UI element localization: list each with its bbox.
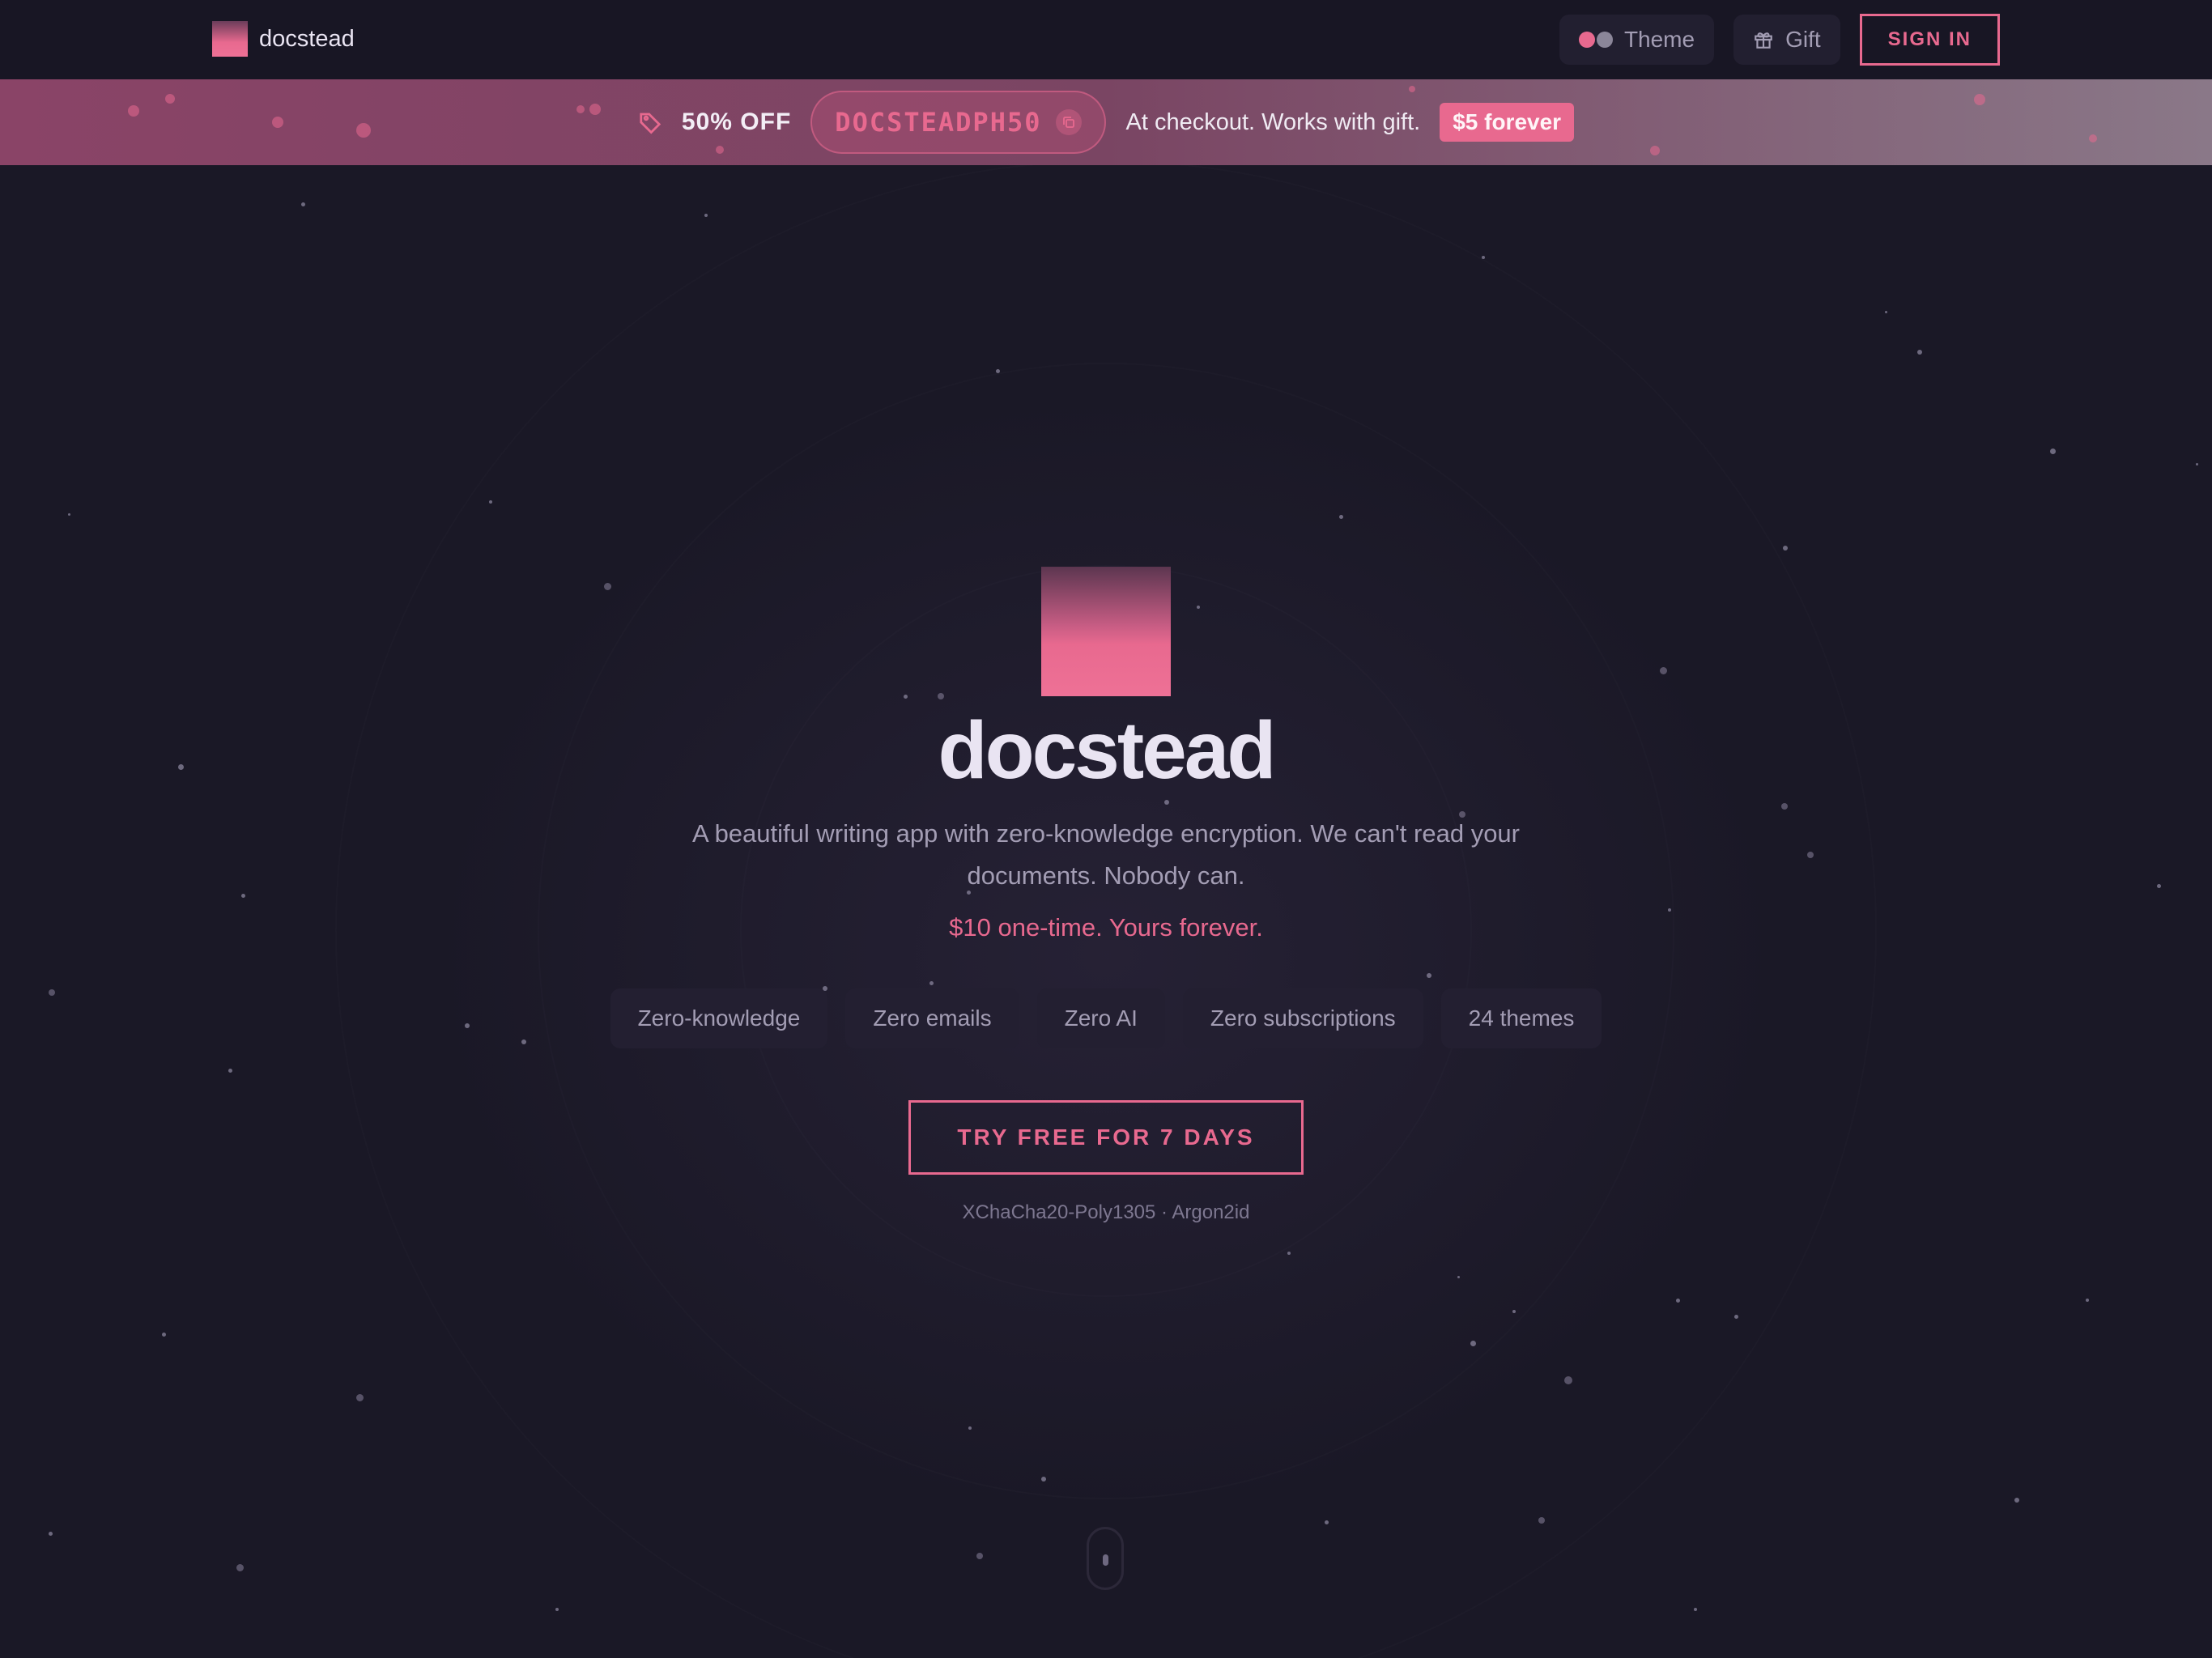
tag-icon <box>640 113 661 134</box>
price-badge: $5 forever <box>1440 103 1575 142</box>
hero-subtitle: A beautiful writing app with zero-knowle… <box>691 819 1521 890</box>
star-dot <box>49 1532 53 1536</box>
star-dot <box>2050 449 2056 454</box>
brand-link[interactable]: docstead <box>212 21 355 57</box>
star-dot <box>356 1394 364 1401</box>
star-dot <box>228 1069 232 1073</box>
star-dot <box>1917 350 1922 355</box>
sign-in-button[interactable]: SIGN IN <box>1859 14 2000 66</box>
checkout-note: At checkout. Works with gift. <box>1125 108 1421 135</box>
gift-icon <box>1755 32 1772 49</box>
star-dot <box>1885 311 1887 313</box>
feature-chip: Zero subscriptions <box>1182 988 1423 1048</box>
top-nav: docstead Theme Gift SIGN IN <box>0 0 2212 80</box>
star-dot <box>241 894 245 898</box>
star-dot <box>1694 1608 1697 1611</box>
promo-banner: 50% OFF DOCSTEADPH50 At checkout. Works … <box>0 79 2212 165</box>
theme-dots-icon <box>1578 32 1613 48</box>
encryption-note: XChaCha20-Poly1305 · Argon2id <box>962 1201 1250 1223</box>
star-dot <box>704 214 708 217</box>
feature-list: Zero-knowledge Zero emails Zero AI Zero … <box>0 988 2212 1048</box>
scroll-wheel <box>1103 1554 1108 1566</box>
star-dot <box>2157 884 2161 888</box>
copy-icon <box>1056 109 1083 135</box>
nav-actions: Theme Gift SIGN IN <box>1559 14 2000 66</box>
gift-button[interactable]: Gift <box>1733 15 1840 65</box>
star-dot <box>2086 1299 2089 1302</box>
feature-chip: Zero AI <box>1036 988 1165 1048</box>
theme-button[interactable]: Theme <box>1559 15 1715 65</box>
hero-logo-icon <box>1041 567 1171 696</box>
star-dot <box>1783 546 1788 551</box>
theme-label: Theme <box>1623 27 1695 52</box>
star-dot <box>162 1333 166 1337</box>
gift-label: Gift <box>1785 27 1821 52</box>
scroll-mouse-icon[interactable] <box>1087 1527 1124 1590</box>
star-dot <box>2196 463 2198 466</box>
landing-page: docstead Theme Gift SIGN IN 50% OFF DOCS… <box>0 0 2212 1658</box>
try-free-button[interactable]: TRY FREE FOR 7 DAYS <box>908 1100 1304 1175</box>
feature-chip: Zero-knowledge <box>610 988 828 1048</box>
promo-content: 50% OFF DOCSTEADPH50 At checkout. Works … <box>0 79 2212 165</box>
hero-title: docstead <box>938 705 1276 796</box>
promo-code-copy-button[interactable]: DOCSTEADPH50 <box>810 91 1107 154</box>
star-dot <box>68 513 70 516</box>
star-dot <box>301 202 305 206</box>
promo-code: DOCSTEADPH50 <box>835 107 1042 138</box>
brand-logo-icon <box>212 21 248 57</box>
hero-price: $10 one-time. Yours forever. <box>949 913 1263 942</box>
feature-chip: 24 themes <box>1440 988 1602 1048</box>
background-ring <box>335 160 1877 1658</box>
star-dot <box>555 1608 559 1611</box>
star-dot <box>236 1564 244 1571</box>
star-dot <box>2014 1498 2019 1503</box>
brand-name: docstead <box>259 25 355 52</box>
feature-chip: Zero emails <box>845 988 1019 1048</box>
discount-label: 50% OFF <box>681 108 792 135</box>
